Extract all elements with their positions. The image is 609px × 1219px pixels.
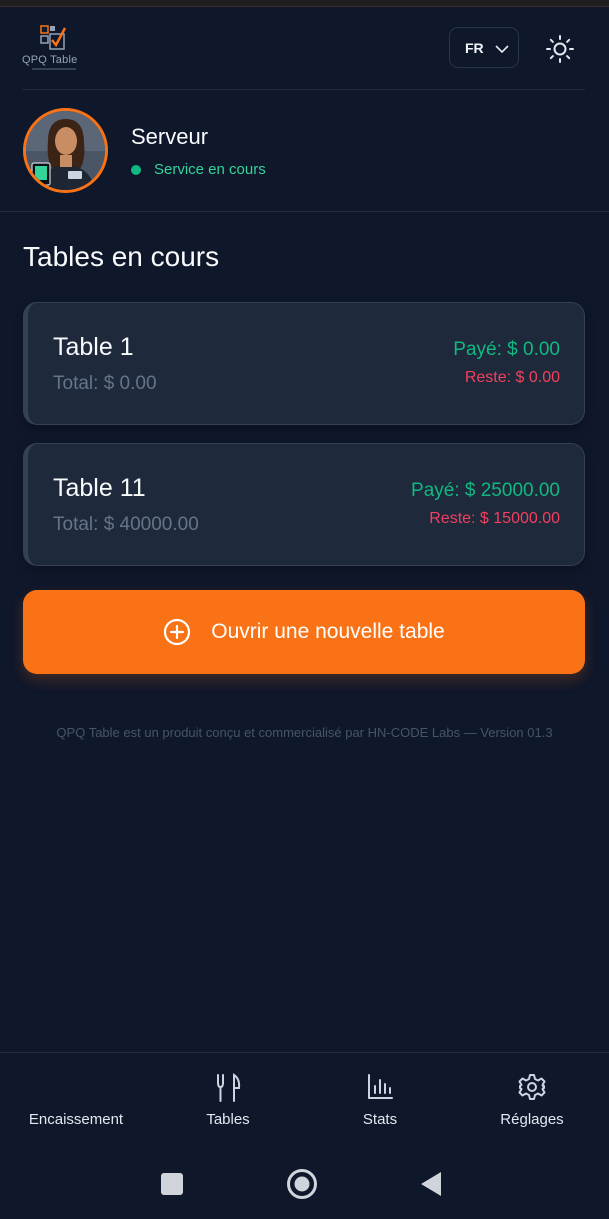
table-total: Total: $ 0.00 [53, 373, 157, 394]
app-screen: QPQ Table FR Serveur Service en cours Ta… [0, 0, 609, 1219]
system-nav-bar [0, 1147, 609, 1219]
gear-icon [518, 1074, 546, 1100]
bottom-nav: Encaissement Tables Stats Réglages [0, 1052, 609, 1147]
logo-text: QPQ Table [22, 54, 78, 66]
app-logo: QPQ Table [22, 25, 84, 73]
table-card[interactable]: Table 11 Total: $ 40000.00 Payé: $ 25000… [23, 443, 585, 566]
table-remaining: Reste: $ 15000.00 [429, 510, 560, 527]
table-paid: Payé: $ 25000.00 [411, 480, 560, 501]
app-header: QPQ Table FR [0, 7, 609, 91]
nav-item-stats[interactable]: Stats [304, 1053, 456, 1148]
table-paid: Payé: $ 0.00 [453, 339, 560, 360]
avatar[interactable] [23, 108, 108, 193]
profile-role: Serveur [131, 124, 209, 149]
open-new-table-label: Ouvrir une nouvelle table [211, 620, 445, 643]
language-select[interactable]: FR [449, 27, 519, 68]
nav-label: Encaissement [28, 1111, 124, 1128]
nav-item-reglages[interactable]: Réglages [456, 1053, 608, 1148]
nav-label: Stats [362, 1111, 398, 1128]
fork-knife-icon [217, 1073, 241, 1102]
header-divider [22, 89, 585, 90]
page-title: Tables en cours [23, 241, 220, 272]
qr-check-logo-icon [40, 25, 66, 50]
nav-item-tables[interactable]: Tables [152, 1053, 304, 1148]
footer-note: QPQ Table est un produit conçu et commer… [56, 725, 553, 740]
table-card[interactable]: Table 1 Total: $ 0.00 Payé: $ 0.00 Reste… [23, 302, 585, 425]
back-icon[interactable] [420, 1171, 442, 1197]
table-name: Table 1 [53, 333, 134, 361]
nav-item-encaissement[interactable]: Encaissement [0, 1053, 152, 1148]
nav-label: Réglages [500, 1111, 564, 1128]
status-bar-strip [0, 0, 609, 7]
waitress-portrait-image [26, 111, 105, 190]
plus-circle-icon [164, 618, 191, 646]
language-value: FR [465, 39, 484, 56]
open-new-table-button[interactable]: Ouvrir une nouvelle table [23, 590, 585, 674]
home-icon[interactable] [286, 1168, 318, 1200]
recent-apps-icon[interactable] [161, 1173, 183, 1195]
chevron-down-icon [495, 45, 509, 54]
bar-chart-icon [368, 1074, 393, 1099]
nav-label: Tables [206, 1111, 250, 1128]
status-text: Service en cours [154, 161, 266, 178]
profile-section: Serveur Service en cours [0, 91, 609, 212]
sun-icon[interactable] [544, 33, 576, 65]
table-name: Table 11 [53, 474, 146, 502]
service-status: Service en cours [131, 161, 266, 178]
logo-tagline-line [32, 68, 76, 70]
table-total: Total: $ 40000.00 [53, 514, 199, 535]
status-dot-icon [131, 164, 141, 175]
table-remaining: Reste: $ 0.00 [464, 369, 560, 386]
